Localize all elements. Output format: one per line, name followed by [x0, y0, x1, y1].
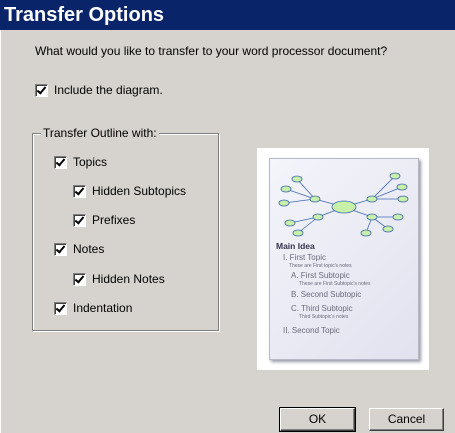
preview-outline-item: C. Third Subtopic	[291, 304, 353, 313]
hidden-subtopics-checkbox[interactable]: Hidden Subtopics	[73, 184, 186, 198]
preview-page: Main Idea I. First Topic These are First…	[269, 158, 419, 360]
include-diagram-label: Include the diagram.	[54, 83, 163, 97]
hidden-notes-label: Hidden Notes	[92, 272, 165, 286]
include-diagram-check[interactable]	[35, 83, 48, 97]
hidden-notes-check[interactable]	[73, 272, 86, 286]
topics-label: Topics	[73, 155, 108, 169]
topics-check[interactable]	[54, 155, 67, 169]
notes-label: Notes	[73, 242, 105, 256]
preview-outline-note: These are First topic's notes	[289, 263, 352, 269]
preview-main-idea: Main Idea	[276, 241, 315, 251]
prefixes-check[interactable]	[73, 213, 86, 227]
mind-map-diagram	[278, 172, 409, 237]
notes-checkbox[interactable]: Notes	[54, 242, 104, 256]
prefixes-label: Prefixes	[92, 213, 136, 227]
preview-outline-item: B. Second Subtopic	[291, 290, 362, 299]
include-diagram-checkbox[interactable]: Include the diagram.	[35, 83, 163, 97]
hidden-notes-checkbox[interactable]: Hidden Notes	[73, 272, 165, 286]
preview-image: Main Idea I. First Topic These are First…	[257, 148, 429, 370]
prefixes-checkbox[interactable]: Prefixes	[73, 213, 135, 227]
cancel-button[interactable]: Cancel	[369, 408, 444, 431]
notes-check[interactable]	[54, 242, 67, 256]
hidden-subtopics-label: Hidden Subtopics	[92, 184, 187, 198]
indentation-label: Indentation	[73, 301, 133, 315]
preview-outline-note: These are First Subtopic's notes	[299, 281, 371, 287]
topics-checkbox[interactable]: Topics	[54, 155, 107, 169]
dialog-title: Transfer Options	[0, 0, 455, 30]
outline-group-legend: Transfer Outline with:	[41, 126, 159, 140]
indentation-check[interactable]	[54, 301, 67, 315]
ok-button[interactable]: OK	[279, 407, 356, 432]
indentation-checkbox[interactable]: Indentation	[54, 301, 132, 315]
preview-outline-item: I. First Topic	[283, 253, 326, 262]
hidden-subtopics-check[interactable]	[73, 184, 86, 198]
preview-outline-item: II. Second Topic	[283, 326, 340, 335]
preview-outline-note: Third Subtopic's notes	[299, 314, 349, 320]
preview-outline-item: A. First Subtopic	[291, 271, 350, 280]
prompt-text: What would you like to transfer to your …	[35, 44, 388, 58]
